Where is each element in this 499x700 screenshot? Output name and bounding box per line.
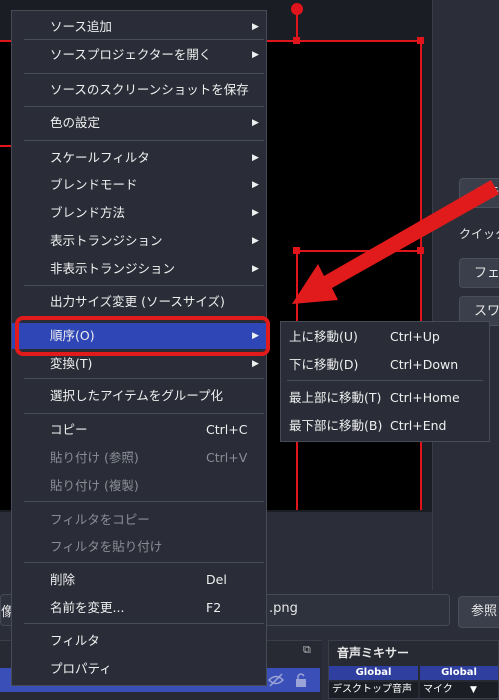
annotation-arrow-icon [292,180,499,304]
menu-item: 貼り付け (参照) Ctrl+V [12,445,266,471]
menu-item-label: ブレンド方法 [50,205,126,220]
menu-separator [287,380,483,381]
menu-item[interactable]: 削除 Del [12,567,266,593]
menu-separator [24,73,264,74]
submenu-arrow-icon: ▶ [252,208,259,218]
menu-separator [24,623,264,624]
mixer-col2-header: Global [420,666,498,680]
mixer-col1-header: Global [329,666,418,680]
menu-item[interactable]: 表示トランジション ▶ [12,228,266,254]
submenu-item-label: 最上部に移動(T) [289,390,382,405]
menu-item-label: コピー [50,422,88,437]
rotation-handle[interactable] [291,3,303,15]
menu-item[interactable]: フィルタ [12,628,266,654]
menu-item-label: 表示トランジション [50,233,163,248]
menu-separator [24,140,264,141]
submenu-arrow-icon: ▶ [252,50,259,60]
file-path-value: .png [269,601,298,616]
mixer-desktop-audio-select[interactable]: デスクトップ音声 [329,682,418,698]
menu-item-label: ブレンドモード [50,177,138,192]
menu-item-label: スケールフィルタ [50,150,150,165]
menu-separator [24,562,264,563]
submenu-item-shortcut: Ctrl+Up [390,329,440,344]
menu-item[interactable]: ブレンド方法 ▶ [12,200,266,226]
submenu-item-shortcut: Ctrl+End [390,418,447,433]
menu-item-shortcut: Ctrl+V [206,450,248,465]
menu-item-label: 色の設定 [50,115,101,130]
audio-mixer-dock: 音声ミキサー Global Global デスクトップ音声 マイク ▼ [328,640,499,699]
submenu-item[interactable]: 最上部に移動(T) Ctrl+Home [281,385,489,411]
menu-item[interactable]: 名前を変更... F2 [12,595,266,621]
menu-item-label: フィルタを貼り付け [50,539,163,554]
menu-item: フィルタを貼り付け [12,534,266,560]
menu-separator [24,378,264,379]
menu-item-label: 出力サイズ変更 (ソースサイズ) [50,294,225,309]
menu-item[interactable]: ソースプロジェクターを開く ▶ [12,42,266,68]
menu-item-label: プロパティ [50,661,112,676]
menu-item-label: 削除 [50,572,76,587]
menu-item: 貼り付け (複製) [12,473,266,499]
submenu-item-shortcut: Ctrl+Down [390,357,459,372]
mixer-col2-value: マイク [423,684,453,695]
submenu-item[interactable]: 上に移動(U) Ctrl+Up [281,324,489,350]
submenu-arrow-icon: ▶ [252,180,259,190]
menu-item[interactable]: プロパティ [12,656,266,682]
menu-item[interactable]: コピー Ctrl+C [12,417,266,443]
menu-item[interactable]: ソース追加 ▶ [12,14,266,40]
audio-mixer-title: 音声ミキサー [337,646,410,660]
annotation-highlight-box [15,316,270,356]
submenu-arrow-icon: ▶ [252,118,259,128]
dock-float-icon[interactable]: ⧉ [303,643,311,657]
menu-item-shortcut: Del [206,572,227,587]
menu-separator [24,285,264,286]
submenu-item-label: 下に移動(D) [289,357,359,372]
resize-handle[interactable] [293,37,300,44]
menu-item-label: ソースのスクリーンショットを保存 [50,82,249,97]
lock-icon[interactable] [294,672,308,688]
menu-item[interactable]: 色の設定 ▶ [12,110,266,136]
submenu-arrow-icon: ▶ [252,236,259,246]
menu-item-label: 貼り付け (参照) [50,450,139,465]
menu-item-label: フィルタ [50,633,100,648]
resize-handle[interactable] [417,37,424,44]
submenu-item[interactable]: 最下部に移動(B) Ctrl+End [281,413,489,439]
submenu-item[interactable]: 下に移動(D) Ctrl+Down [281,352,489,378]
submenu-item-label: 上に移動(U) [289,329,358,344]
submenu-arrow-icon: ▶ [252,264,259,274]
menu-item-label: フィルタをコピー [50,512,150,527]
submenu-arrow-icon: ▶ [252,22,259,32]
submenu-arrow-icon: ▶ [252,153,259,163]
submenu-item-label: 最下部に移動(B) [289,418,383,433]
menu-item-label: ソースプロジェクターを開く [50,47,212,62]
menu-item[interactable]: 非表示トランジション ▶ [12,256,266,282]
menu-item[interactable]: 出力サイズ変更 (ソースサイズ) [12,289,266,315]
mixer-mic-select[interactable]: マイク ▼ [420,682,498,698]
menu-item-label: 貼り付け (複製) [50,478,139,493]
menu-item-label: 名前を変更... [50,600,125,615]
dropdown-arrow-icon: ▼ [470,685,477,695]
menu-separator [24,413,264,414]
menu-item-shortcut: Ctrl+C [206,422,248,437]
menu-separator [24,501,264,502]
menu-item-shortcut: F2 [206,600,222,615]
menu-item-label: 非表示トランジション [50,261,176,276]
menu-separator [24,106,264,107]
mixer-col1-value: デスクトップ音声 [332,684,412,695]
menu-item[interactable]: ブレンドモード ▶ [12,172,266,198]
menu-item-label: ソース追加 [50,19,112,34]
menu-item-label: 選択したアイテムをグループ化 [50,388,224,403]
menu-item[interactable]: 選択したアイテムをグループ化 [12,383,266,409]
visibility-hidden-icon[interactable] [268,672,284,688]
menu-item: フィルタをコピー [12,507,266,533]
submenu-item-shortcut: Ctrl+Home [390,390,460,405]
menu-item[interactable]: スケールフィルタ ▶ [12,145,266,171]
order-submenu: 上に移動(U) Ctrl+Up 下に移動(D) Ctrl+Down 最上部に移動(T) C… [280,321,490,442]
browse-button[interactable]: 参照 [458,596,499,628]
menu-item[interactable]: ソースのスクリーンショットを保存 [12,77,266,103]
